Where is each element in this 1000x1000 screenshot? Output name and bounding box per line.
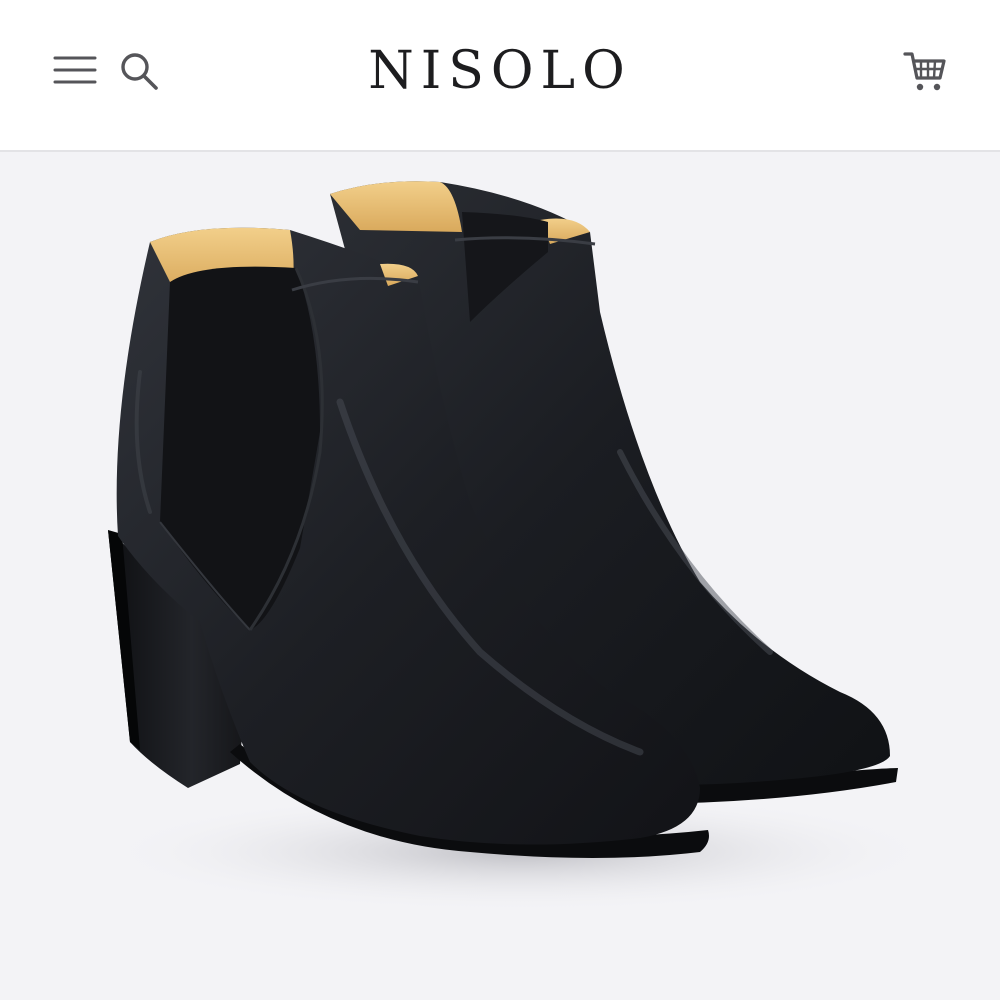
product-hero bbox=[0, 152, 1000, 1000]
brand-logo[interactable]: NISOLO bbox=[300, 36, 700, 106]
hamburger-menu-icon bbox=[53, 56, 97, 84]
shopping-cart-icon bbox=[903, 52, 946, 91]
search-icon bbox=[121, 53, 158, 90]
chelsea-boots-image[interactable] bbox=[0, 152, 1000, 1000]
search-button[interactable] bbox=[118, 50, 160, 92]
menu-button[interactable] bbox=[52, 52, 98, 88]
cart-button[interactable] bbox=[902, 48, 950, 94]
page: NISOLO bbox=[0, 0, 1000, 1000]
site-header: NISOLO bbox=[0, 0, 1000, 152]
